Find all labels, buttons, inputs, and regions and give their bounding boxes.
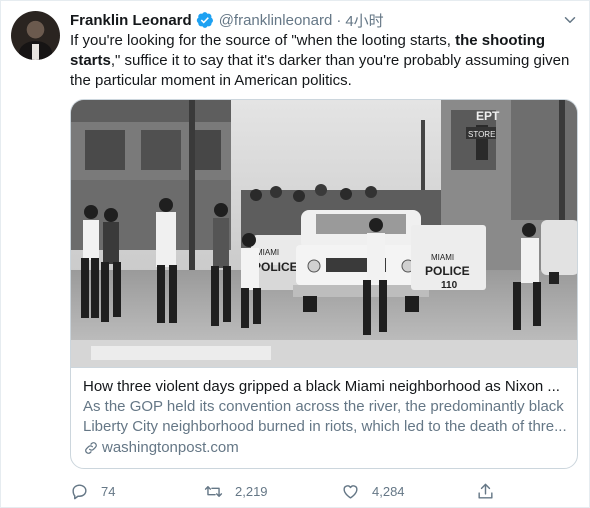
car-right-number: 110 [441, 280, 458, 291]
avatar[interactable] [11, 11, 60, 60]
sign-ept: EPT [476, 109, 500, 123]
like-icon [343, 484, 358, 499]
car-left-miami: MIAMI [256, 248, 279, 257]
car-right-police: POLICE [425, 264, 470, 278]
share-icon [478, 483, 493, 499]
tweet-timestamp[interactable]: 4小时 [345, 10, 383, 31]
tweet-header: Franklin Leonard @franklinleonard · 4小时 [70, 10, 384, 30]
card-title[interactable]: How three violent days gripped a black M… [83, 377, 567, 397]
retweet-icon [204, 485, 223, 497]
card-body[interactable]: How three violent days gripped a black M… [71, 367, 577, 468]
tweet-text-part2: ," suffice it to say that it's darker th… [70, 52, 570, 89]
card-domain-text[interactable]: washingtonpost.com [102, 438, 239, 458]
like-button[interactable]: 4,284 [341, 479, 405, 503]
header-separator: · [336, 11, 342, 29]
tweet-actions: 74 2,219 4,284 [70, 479, 510, 503]
card-photo: EPT STORE MIAMI POLICE MIAMI POLICE 110 [71, 100, 577, 367]
link-card[interactable]: EPT STORE MIAMI POLICE MIAMI POLICE 110 … [70, 99, 578, 469]
car-right-miami: MIAMI [431, 253, 454, 262]
card-description-line2: Liberty City neighborhood burned in riot… [83, 418, 567, 435]
card-description: As the GOP held its convention across th… [83, 397, 567, 437]
retweet-button[interactable]: 2,219 [204, 479, 268, 503]
sign-store: STORE [468, 130, 495, 139]
chevron-down-icon[interactable] [561, 11, 579, 29]
card-domain[interactable]: washingtonpost.com [83, 438, 567, 458]
reply-icon [72, 483, 87, 499]
tweet-text: If you're looking for the source of "whe… [70, 31, 575, 91]
like-count: 4,284 [372, 483, 405, 499]
share-button[interactable] [476, 479, 507, 503]
author-handle[interactable]: @franklinleonard [219, 12, 333, 29]
card-description-line1: As the GOP held its convention across th… [83, 398, 564, 415]
car-left-police: POLICE [253, 260, 298, 274]
card-image[interactable]: EPT STORE MIAMI POLICE MIAMI POLICE 110 [71, 100, 577, 367]
reply-count: 74 [101, 483, 116, 499]
author-name[interactable]: Franklin Leonard [70, 12, 192, 29]
tweet-text-part1: If you're looking for the source of "whe… [70, 32, 456, 49]
link-icon [85, 442, 97, 454]
verified-badge-icon [196, 12, 213, 28]
retweet-count: 2,219 [235, 483, 268, 499]
reply-button[interactable]: 74 [70, 479, 115, 503]
tweet[interactable]: Franklin Leonard @franklinleonard · 4小时 … [0, 0, 590, 508]
